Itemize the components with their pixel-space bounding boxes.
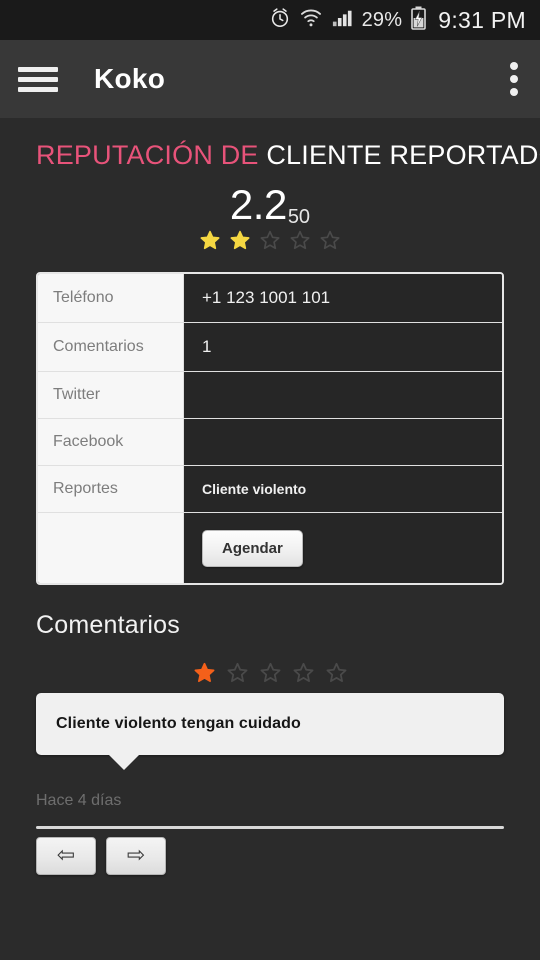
table-row-value: Cliente violento (184, 466, 502, 513)
arrow-left-icon[interactable]: ⇦ (36, 837, 96, 876)
comment-star-empty-icon (326, 662, 347, 683)
comment-star-empty-icon (260, 662, 281, 683)
hamburger-menu-icon[interactable] (18, 64, 58, 94)
table-row-label: Facebook (38, 419, 184, 466)
hamburger-bar (18, 66, 58, 72)
status-bar: 29% 9:31 PM (0, 0, 540, 40)
arrow-right-icon[interactable]: ⇨ (106, 837, 166, 876)
overflow-dot (510, 75, 518, 83)
table-row-value: 1 (184, 323, 502, 372)
battery-percent-label: 29% (361, 8, 403, 31)
table-row-value (184, 419, 502, 466)
comments-section-title: Comentarios (36, 611, 180, 640)
agendar-button[interactable]: Agendar (202, 529, 303, 567)
comment-star-rating (0, 662, 540, 683)
table-row: Comentarios 1 (38, 323, 502, 373)
reputation-star-filled-icon (230, 230, 250, 250)
reputation-star-rating (0, 230, 540, 250)
pagination-controls: ⇦ ⇨ (36, 837, 540, 876)
table-row-value: Agendar (184, 513, 502, 584)
comment-star-empty-icon (293, 662, 314, 683)
reputation-star-filled-icon (200, 230, 220, 250)
table-row-label: Twitter (38, 372, 184, 419)
table-row-label: Comentarios (38, 323, 184, 372)
app-bar: Koko (0, 40, 540, 118)
reputation-subject: CLIENTE REPORTADO (266, 140, 540, 170)
score-block: 2.250 (0, 181, 540, 229)
reputation-star-empty-icon (320, 230, 340, 250)
table-row: Twitter (38, 372, 502, 420)
hamburger-bar (18, 76, 58, 82)
overflow-dot (510, 88, 518, 96)
table-row-value: +1 123 1001 101 (184, 274, 502, 323)
overflow-menu-icon[interactable] (510, 62, 518, 96)
table-row-value (184, 372, 502, 419)
alarm-clock-icon (269, 7, 291, 34)
comment-timestamp: Hace 4 días (36, 792, 122, 810)
table-row: Teléfono +1 123 1001 101 (38, 274, 502, 324)
comment-bubble: Cliente violento tengan cuidado (36, 693, 504, 771)
reputation-score: 2.2 (229, 181, 287, 228)
section-divider (36, 826, 504, 830)
comment-text: Cliente violento tengan cuidado (56, 715, 301, 733)
table-row-label: Reportes (38, 466, 184, 513)
table-row: Facebook (38, 419, 502, 467)
reputation-prefix: REPUTACIÓN DE (36, 140, 259, 170)
comment-star-filled-icon (194, 662, 215, 683)
reputation-heading: REPUTACIÓN DE CLIENTE REPORTADO (0, 118, 540, 171)
hamburger-bar (18, 86, 58, 92)
table-row-label (38, 513, 184, 584)
overflow-dot (510, 62, 518, 70)
reputation-score-sub: 50 (287, 206, 311, 229)
status-bar-clock: 9:31 PM (438, 6, 526, 33)
table-row-action: Agendar (38, 513, 502, 584)
comment-star-empty-icon (227, 662, 248, 683)
app-title: Koko (94, 63, 166, 94)
details-table: Teléfono +1 123 1001 101 Comentarios 1 Twitt… (36, 272, 504, 586)
reputation-star-empty-icon (290, 230, 310, 250)
table-row-label: Teléfono (38, 274, 184, 323)
cellular-signal-icon (331, 8, 353, 33)
table-row: Reportes Cliente violento (38, 466, 502, 514)
main-content: REPUTACIÓN DE CLIENTE REPORTADO 2.250 Te… (0, 118, 540, 960)
battery-charging-icon (411, 6, 427, 35)
wifi-icon (300, 8, 322, 33)
reputation-star-empty-icon (260, 230, 280, 250)
